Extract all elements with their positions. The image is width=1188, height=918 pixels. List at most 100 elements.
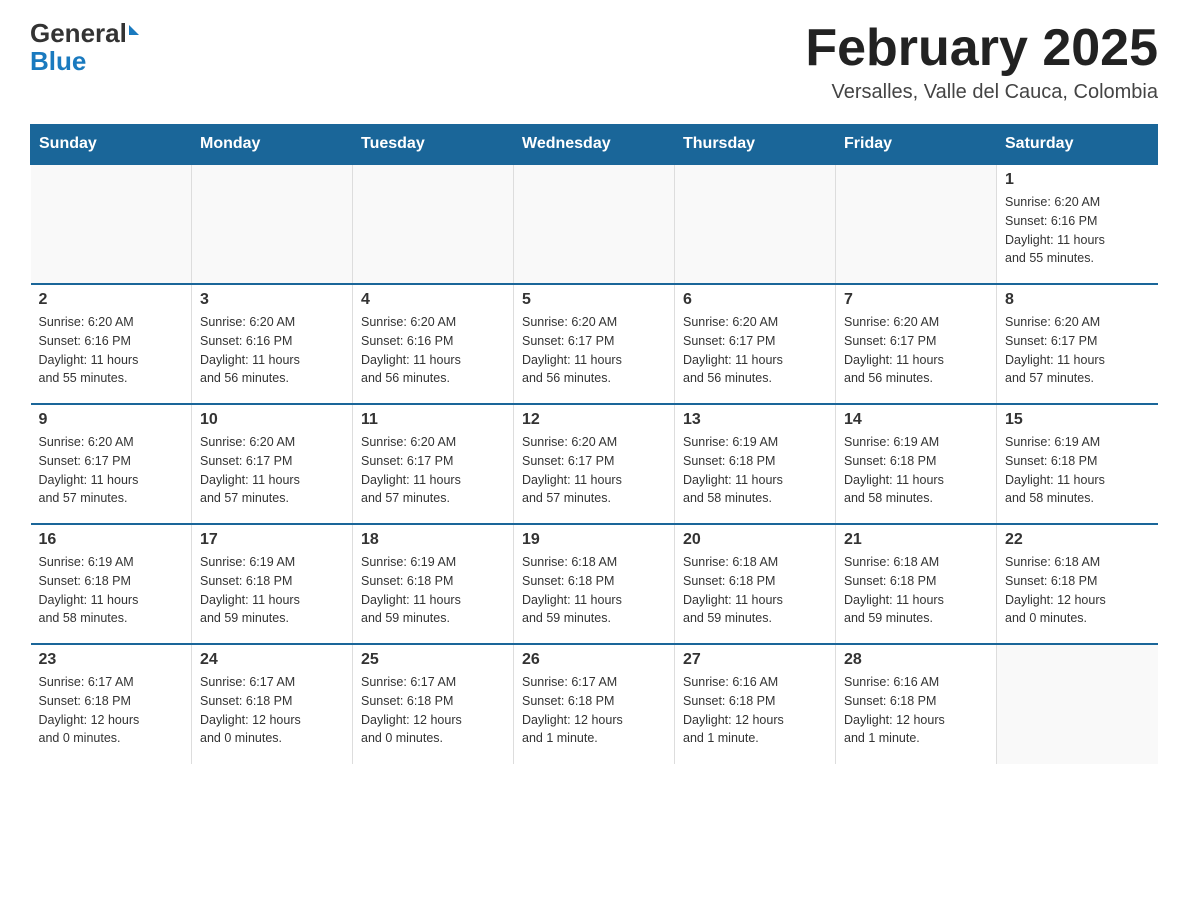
day-info: Sunrise: 6:20 AMSunset: 6:16 PMDaylight:… bbox=[39, 313, 184, 388]
day-info: Sunrise: 6:19 AMSunset: 6:18 PMDaylight:… bbox=[200, 553, 344, 628]
day-info: Sunrise: 6:18 AMSunset: 6:18 PMDaylight:… bbox=[683, 553, 827, 628]
day-number: 17 bbox=[200, 531, 344, 549]
day-header-sunday: Sunday bbox=[31, 125, 192, 165]
calendar-cell: 26 Sunrise: 6:17 AMSunset: 6:18 PMDayligh… bbox=[514, 644, 675, 764]
day-number: 14 bbox=[844, 411, 988, 429]
day-info: Sunrise: 6:17 AMSunset: 6:18 PMDaylight:… bbox=[39, 673, 184, 748]
calendar-cell: 10Sunrise: 6:20 AMSunset: 6:17 PMDayligh… bbox=[192, 404, 353, 524]
calendar-title: February 2025 bbox=[805, 20, 1158, 77]
calendar-cell: 15Sunrise: 6:19 AMSunset: 6:18 PMDayligh… bbox=[997, 404, 1158, 524]
day-info: Sunrise: 6:16 AMSunset: 6:18 PMDaylight:… bbox=[844, 673, 988, 748]
day-header-tuesday: Tuesday bbox=[353, 125, 514, 165]
day-number: 16 bbox=[39, 531, 184, 549]
calendar-cell: 20 Sunrise: 6:18 AMSunset: 6:18 PMDayligh… bbox=[675, 524, 836, 644]
calendar-cell: 24Sunrise: 6:17 AMSunset: 6:18 PMDayligh… bbox=[192, 644, 353, 764]
day-number: 10 bbox=[200, 411, 344, 429]
day-info: Sunrise: 6:20 AMSunset: 6:17 PMDaylight:… bbox=[683, 313, 827, 388]
calendar-cell: 11 Sunrise: 6:20 AMSunset: 6:17 PMDayligh… bbox=[353, 404, 514, 524]
day-info: Sunrise: 6:16 AMSunset: 6:18 PMDaylight:… bbox=[683, 673, 827, 748]
calendar-cell: 2Sunrise: 6:20 AMSunset: 6:16 PMDaylight… bbox=[31, 284, 192, 404]
day-number: 4 bbox=[361, 291, 505, 309]
day-header-wednesday: Wednesday bbox=[514, 125, 675, 165]
day-number: 20 bbox=[683, 531, 827, 549]
calendar-cell: 7 Sunrise: 6:20 AMSunset: 6:17 PMDaylight… bbox=[836, 284, 997, 404]
day-info: Sunrise: 6:20 AMSunset: 6:17 PMDaylight:… bbox=[39, 433, 184, 508]
calendar-cell: 12 Sunrise: 6:20 AMSunset: 6:17 PMDayligh… bbox=[514, 404, 675, 524]
calendar-cell bbox=[997, 644, 1158, 764]
day-number: 28 bbox=[844, 651, 988, 669]
calendar-cell: 27 Sunrise: 6:16 AMSunset: 6:18 PMDayligh… bbox=[675, 644, 836, 764]
day-number: 8 bbox=[1005, 291, 1150, 309]
day-number: 9 bbox=[39, 411, 184, 429]
day-number: 23 bbox=[39, 651, 184, 669]
day-number: 13 bbox=[683, 411, 827, 429]
day-number: 24 bbox=[200, 651, 344, 669]
day-info: Sunrise: 6:20 AMSunset: 6:17 PMDaylight:… bbox=[1005, 313, 1150, 388]
day-info: Sunrise: 6:20 AMSunset: 6:16 PMDaylight:… bbox=[200, 313, 344, 388]
calendar-cell: 17 Sunrise: 6:19 AMSunset: 6:18 PMDayligh… bbox=[192, 524, 353, 644]
calendar-cell: 25 Sunrise: 6:17 AMSunset: 6:18 PMDayligh… bbox=[353, 644, 514, 764]
calendar-cell: 16 Sunrise: 6:19 AMSunset: 6:18 PMDayligh… bbox=[31, 524, 192, 644]
title-block: February 2025 Versalles, Valle del Cauca… bbox=[805, 20, 1158, 104]
day-info: Sunrise: 6:20 AMSunset: 6:17 PMDaylight:… bbox=[522, 433, 666, 508]
calendar-cell: 5Sunrise: 6:20 AMSunset: 6:17 PMDaylight… bbox=[514, 284, 675, 404]
calendar-cell: 23 Sunrise: 6:17 AMSunset: 6:18 PMDayligh… bbox=[31, 644, 192, 764]
week-row-1: 1Sunrise: 6:20 AMSunset: 6:16 PMDaylight… bbox=[31, 164, 1158, 284]
day-info: Sunrise: 6:20 AMSunset: 6:17 PMDaylight:… bbox=[844, 313, 988, 388]
day-number: 6 bbox=[683, 291, 827, 309]
day-header-thursday: Thursday bbox=[675, 125, 836, 165]
calendar-cell: 9 Sunrise: 6:20 AMSunset: 6:17 PMDaylight… bbox=[31, 404, 192, 524]
calendar-subtitle: Versalles, Valle del Cauca, Colombia bbox=[805, 81, 1158, 104]
day-number: 3 bbox=[200, 291, 344, 309]
logo-arrow-icon bbox=[129, 25, 139, 35]
week-row-4: 16 Sunrise: 6:19 AMSunset: 6:18 PMDayligh… bbox=[31, 524, 1158, 644]
day-header-friday: Friday bbox=[836, 125, 997, 165]
day-number: 1 bbox=[1005, 171, 1150, 189]
day-header-monday: Monday bbox=[192, 125, 353, 165]
day-number: 7 bbox=[844, 291, 988, 309]
day-info: Sunrise: 6:19 AMSunset: 6:18 PMDaylight:… bbox=[39, 553, 184, 628]
day-info: Sunrise: 6:18 AMSunset: 6:18 PMDaylight:… bbox=[1005, 553, 1150, 628]
calendar-cell: 8 Sunrise: 6:20 AMSunset: 6:17 PMDaylight… bbox=[997, 284, 1158, 404]
calendar-cell: 21Sunrise: 6:18 AMSunset: 6:18 PMDayligh… bbox=[836, 524, 997, 644]
day-number: 26 bbox=[522, 651, 666, 669]
calendar-cell bbox=[675, 164, 836, 284]
day-number: 19 bbox=[522, 531, 666, 549]
calendar-cell: 4Sunrise: 6:20 AMSunset: 6:16 PMDaylight… bbox=[353, 284, 514, 404]
day-info: Sunrise: 6:17 AMSunset: 6:18 PMDaylight:… bbox=[361, 673, 505, 748]
day-info: Sunrise: 6:18 AMSunset: 6:18 PMDaylight:… bbox=[522, 553, 666, 628]
week-row-5: 23 Sunrise: 6:17 AMSunset: 6:18 PMDayligh… bbox=[31, 644, 1158, 764]
calendar-cell: 18Sunrise: 6:19 AMSunset: 6:18 PMDayligh… bbox=[353, 524, 514, 644]
day-number: 15 bbox=[1005, 411, 1150, 429]
calendar-cell: 6 Sunrise: 6:20 AMSunset: 6:17 PMDaylight… bbox=[675, 284, 836, 404]
day-info: Sunrise: 6:20 AMSunset: 6:17 PMDaylight:… bbox=[361, 433, 505, 508]
day-info: Sunrise: 6:19 AMSunset: 6:18 PMDaylight:… bbox=[683, 433, 827, 508]
calendar-cell bbox=[192, 164, 353, 284]
day-number: 11 bbox=[361, 411, 505, 429]
week-row-2: 2Sunrise: 6:20 AMSunset: 6:16 PMDaylight… bbox=[31, 284, 1158, 404]
calendar-cell bbox=[514, 164, 675, 284]
day-number: 18 bbox=[361, 531, 505, 549]
calendar-cell: 14 Sunrise: 6:19 AMSunset: 6:18 PMDayligh… bbox=[836, 404, 997, 524]
day-number: 27 bbox=[683, 651, 827, 669]
day-info: Sunrise: 6:19 AMSunset: 6:18 PMDaylight:… bbox=[844, 433, 988, 508]
logo-blue: Blue bbox=[30, 48, 86, 74]
day-info: Sunrise: 6:20 AMSunset: 6:17 PMDaylight:… bbox=[522, 313, 666, 388]
day-info: Sunrise: 6:17 AMSunset: 6:18 PMDaylight:… bbox=[522, 673, 666, 748]
page-header: General Blue February 2025 Versalles, Va… bbox=[30, 20, 1158, 104]
calendar-cell: 19 Sunrise: 6:18 AMSunset: 6:18 PMDayligh… bbox=[514, 524, 675, 644]
header-row: SundayMondayTuesdayWednesdayThursdayFrid… bbox=[31, 125, 1158, 165]
day-info: Sunrise: 6:18 AMSunset: 6:18 PMDaylight:… bbox=[844, 553, 988, 628]
logo: General Blue bbox=[30, 20, 139, 74]
week-row-3: 9 Sunrise: 6:20 AMSunset: 6:17 PMDaylight… bbox=[31, 404, 1158, 524]
calendar-cell: 3 Sunrise: 6:20 AMSunset: 6:16 PMDaylight… bbox=[192, 284, 353, 404]
calendar-cell bbox=[836, 164, 997, 284]
day-number: 22 bbox=[1005, 531, 1150, 549]
calendar-cell: 13 Sunrise: 6:19 AMSunset: 6:18 PMDayligh… bbox=[675, 404, 836, 524]
calendar-cell: 28 Sunrise: 6:16 AMSunset: 6:18 PMDayligh… bbox=[836, 644, 997, 764]
day-header-saturday: Saturday bbox=[997, 125, 1158, 165]
day-number: 25 bbox=[361, 651, 505, 669]
calendar-cell: 22 Sunrise: 6:18 AMSunset: 6:18 PMDayligh… bbox=[997, 524, 1158, 644]
calendar-cell bbox=[31, 164, 192, 284]
day-number: 12 bbox=[522, 411, 666, 429]
